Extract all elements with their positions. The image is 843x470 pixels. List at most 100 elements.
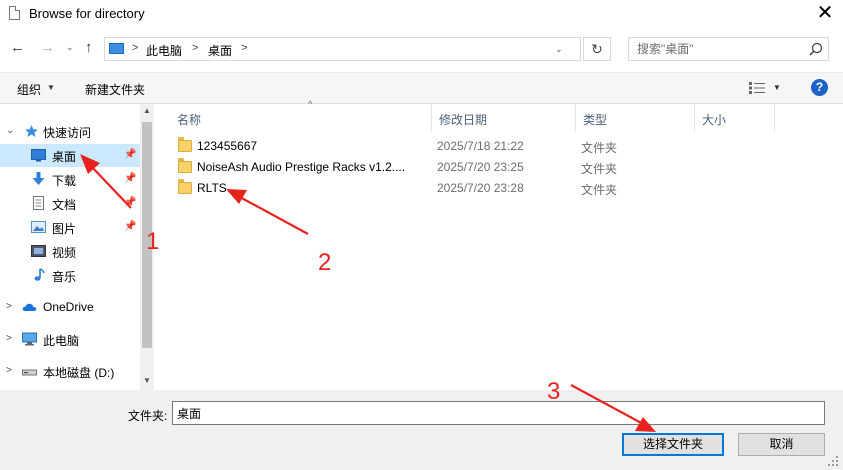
computer-icon [109, 43, 124, 54]
sidebar-item-local-disk-d[interactable]: > 本地磁盘 (D:) [0, 360, 140, 383]
cancel-button[interactable]: 取消 [738, 433, 825, 456]
file-name: 123455667 [197, 139, 258, 153]
window-title: Browse for directory [29, 6, 145, 21]
list-item[interactable]: NoiseAsh Audio Prestige Racks v1.2.... 2… [173, 157, 617, 178]
folder-icon [178, 137, 192, 152]
sidebar-item-label: 视频 [52, 246, 77, 260]
list-item[interactable]: 123455667 2025/7/18 21:22 文件夹 [173, 136, 617, 157]
folder-name-input[interactable] [172, 401, 825, 425]
address-dropdown-button[interactable]: ⌄ [555, 44, 563, 55]
toolbar: 组织 ▼ 新建文件夹 ▼ ? [0, 72, 843, 104]
chevron-down-icon[interactable]: ▼ [773, 83, 781, 92]
drive-icon [22, 369, 37, 376]
refresh-button[interactable]: ↻ [583, 37, 611, 61]
chevron-right-icon[interactable]: > [6, 301, 12, 312]
chevron-down-icon[interactable]: ⌄ [6, 125, 14, 136]
sidebar-item-this-pc[interactable]: > 此电脑 [0, 328, 140, 351]
file-date: 2025/7/20 23:25 [437, 160, 524, 174]
sidebar-item-pictures[interactable]: 图片 📌 [0, 216, 140, 239]
sidebar-item-label: 音乐 [52, 270, 77, 284]
breadcrumb-separator[interactable]: > [192, 42, 198, 54]
sidebar-item-videos[interactable]: 视频 [0, 240, 140, 263]
scroll-up-button[interactable]: ▲ [140, 104, 154, 118]
back-button[interactable]: ← [10, 39, 25, 56]
breadcrumb-desktop[interactable]: 桌面 [208, 42, 232, 59]
computer-icon [22, 332, 37, 346]
file-date: 2025/7/20 23:28 [437, 181, 524, 195]
pin-icon[interactable]: 📌 [124, 221, 136, 232]
column-header-label: 修改日期 [439, 113, 488, 127]
search-box[interactable] [628, 37, 829, 61]
folder-field-label: 文件夹: [128, 409, 168, 423]
chevron-right-icon[interactable]: > [6, 333, 12, 344]
view-options-icon[interactable] [749, 82, 765, 94]
dialog-footer: 文件夹: 选择文件夹 取消 [0, 390, 843, 470]
sidebar-item-downloads[interactable]: 下载 📌 [0, 168, 140, 191]
sidebar-item-quick-access[interactable]: ⌄ 快速访问 [0, 120, 140, 143]
folder-icon [178, 158, 192, 173]
file-name: RLTS [197, 181, 227, 195]
document-icon [33, 196, 44, 210]
sidebar-item-music[interactable]: 音乐 [0, 264, 140, 287]
sidebar-item-label: 此电脑 [43, 334, 80, 348]
search-input[interactable] [629, 38, 799, 60]
file-type: 文件夹 [581, 183, 618, 197]
column-header-label: 名称 [177, 113, 202, 127]
up-button[interactable]: ↑ [85, 39, 93, 56]
organize-menu[interactable]: 组织 [17, 81, 41, 98]
list-item[interactable]: RLTS 2025/7/20 23:28 文件夹 [173, 178, 617, 199]
sort-ascending-icon: ^ [308, 99, 313, 109]
breadcrumb-separator[interactable]: > [132, 42, 138, 54]
resize-grip-icon[interactable] [827, 455, 839, 467]
sidebar-item-desktop[interactable]: 桌面 📌 [0, 144, 140, 167]
sidebar-item-label: 快速访问 [43, 126, 92, 140]
chevron-right-icon[interactable]: > [6, 365, 12, 376]
column-header-date[interactable]: 修改日期 [432, 104, 576, 132]
sidebar-item-onedrive[interactable]: > OneDrive [0, 296, 140, 319]
download-icon [32, 172, 45, 185]
navigation-pane: ⌄ 快速访问 桌面 📌 下载 📌 文档 📌 图片 📌 视频 音乐 > OneDr… [0, 104, 154, 390]
column-header-size[interactable]: 大小 [695, 104, 775, 132]
sidebar-item-label: 文档 [52, 198, 77, 212]
cloud-icon [22, 303, 37, 311]
pin-icon[interactable]: 📌 [124, 173, 136, 184]
music-icon [34, 268, 45, 281]
pictures-icon [31, 221, 46, 233]
file-date: 2025/7/18 21:22 [437, 139, 524, 153]
sidebar-item-label: 图片 [52, 222, 77, 236]
scroll-down-button[interactable]: ▼ [140, 374, 154, 388]
chevron-down-icon[interactable]: ▼ [47, 83, 55, 92]
sidebar-item-label: 本地磁盘 (D:) [43, 366, 115, 380]
annotation-number-3: 3 [547, 378, 561, 405]
annotation-number-1: 1 [146, 228, 160, 255]
close-button[interactable]: ✕ [810, 2, 840, 26]
recent-locations-button[interactable]: ⌄ [66, 42, 74, 53]
search-icon[interactable] [809, 42, 823, 56]
video-icon [31, 245, 46, 257]
sidebar-item-label: OneDrive [43, 300, 94, 314]
file-type: 文件夹 [581, 141, 618, 155]
desktop-icon [31, 149, 46, 162]
breadcrumb-separator[interactable]: > [241, 42, 247, 54]
file-type: 文件夹 [581, 162, 618, 176]
sidebar-item-label: 下载 [52, 174, 77, 188]
column-header-name[interactable]: 名称 ^ [170, 99, 432, 132]
forward-button[interactable]: → [40, 39, 55, 56]
column-header-type[interactable]: 类型 [576, 104, 695, 132]
sidebar-item-documents[interactable]: 文档 📌 [0, 192, 140, 215]
document-icon [9, 6, 20, 20]
title-bar: Browse for directory ✕ [0, 0, 843, 30]
folder-icon [178, 179, 192, 194]
breadcrumb-this-pc[interactable]: 此电脑 [146, 42, 182, 59]
file-name: NoiseAsh Audio Prestige Racks v1.2.... [197, 160, 406, 174]
new-folder-button[interactable]: 新建文件夹 [85, 81, 145, 98]
column-header-label: 大小 [702, 113, 727, 127]
address-bar[interactable]: > 此电脑 > 桌面 > ⌄ [104, 37, 581, 61]
pin-icon[interactable]: 📌 [124, 197, 136, 208]
select-folder-button[interactable]: 选择文件夹 [622, 433, 724, 456]
help-button[interactable]: ? [811, 79, 828, 96]
star-icon [25, 125, 38, 137]
sidebar-item-label: 桌面 [52, 150, 77, 164]
file-list: 名称 ^ 修改日期 类型 大小 123455667 2025/7/18 21:2… [157, 99, 843, 390]
pin-icon[interactable]: 📌 [124, 149, 136, 160]
